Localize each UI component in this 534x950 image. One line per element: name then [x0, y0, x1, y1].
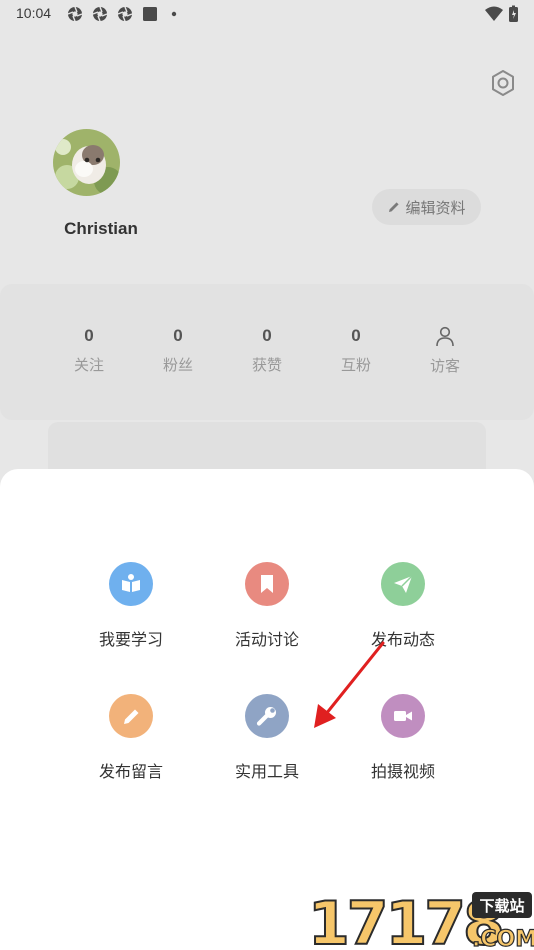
menu-item-discussion[interactable]: 活动讨论: [207, 562, 327, 650]
action-sheet: 我要学习 活动讨论 发布动态 发布留言 实用工具 拍摄视频: [0, 469, 534, 950]
watermark-logo: 17178 下载站 .COM: [307, 888, 534, 950]
stat-value: 0: [262, 326, 272, 345]
aperture-notification-icon: [117, 6, 133, 22]
menu-label: 发布动态: [370, 630, 435, 649]
stat-following[interactable]: 0 关注: [49, 324, 129, 375]
stat-label: 粉丝: [162, 356, 193, 374]
menu-label: 拍摄视频: [370, 762, 435, 781]
stat-followers[interactable]: 0 粉丝: [138, 324, 218, 375]
menu-item-post[interactable]: 发布动态: [343, 562, 463, 650]
stat-value: 0: [351, 326, 361, 345]
menu-icon-circle: [381, 562, 425, 606]
menu-item-message[interactable]: 发布留言: [71, 694, 191, 782]
stat-value: [405, 325, 485, 349]
stat-visitors[interactable]: 访客: [405, 324, 485, 376]
gear-icon: [492, 70, 514, 96]
avatar-image: [53, 129, 120, 196]
menu-label: 活动讨论: [234, 630, 299, 649]
avatar[interactable]: [53, 129, 120, 196]
stats-card: 0 关注 0 粉丝 0 获赞 0 互粉 访客: [0, 284, 534, 420]
square-notification-icon: [143, 7, 157, 21]
menu-icon-circle: [109, 562, 153, 606]
menu-label: 实用工具: [234, 762, 299, 781]
edit-profile-button[interactable]: 编辑资料: [372, 189, 481, 225]
menu-icon-circle: [245, 694, 289, 738]
menu-item-tools[interactable]: 实用工具: [207, 694, 327, 782]
stat-label: 关注: [73, 356, 104, 374]
dot-notification-icon: [171, 11, 177, 17]
aperture-notification-icon: [92, 6, 108, 22]
bookmark-icon: [261, 575, 273, 593]
stat-mutual[interactable]: 0 互粉: [316, 324, 396, 375]
menu-icon-circle: [381, 694, 425, 738]
username: Christian: [64, 219, 138, 238]
menu-item-study[interactable]: 我要学习: [71, 562, 191, 650]
settings-button[interactable]: [488, 68, 518, 98]
wifi-battery-icon: [485, 5, 518, 22]
paper-plane-icon: [394, 575, 413, 593]
watermark-badge: 下载站: [479, 897, 524, 915]
watermark-domain: .COM: [472, 927, 534, 950]
stat-label: 访客: [429, 357, 460, 375]
stat-label: 互粉: [340, 356, 371, 374]
stat-label: 获赞: [251, 356, 282, 374]
menu-label: 发布留言: [98, 762, 163, 781]
menu-icon-circle: [109, 694, 153, 738]
pencil-icon: [124, 709, 139, 724]
aperture-notification-icon: [67, 6, 83, 22]
book-icon: [122, 574, 140, 592]
stat-likes[interactable]: 0 获赞: [227, 324, 307, 375]
stat-value: 0: [173, 326, 183, 345]
stat-value: 0: [84, 326, 94, 345]
menu-icon-circle: [245, 562, 289, 606]
menu-label: 我要学习: [98, 630, 163, 649]
menu-item-video[interactable]: 拍摄视频: [343, 694, 463, 782]
pencil-icon: [389, 202, 400, 212]
video-camera-icon: [394, 711, 412, 721]
status-time: 10:04: [16, 5, 52, 21]
status-bar: 10:04: [0, 0, 534, 28]
edit-profile-label: 编辑资料: [405, 198, 466, 217]
wrench-icon: [256, 707, 276, 726]
person-icon: [436, 326, 454, 347]
